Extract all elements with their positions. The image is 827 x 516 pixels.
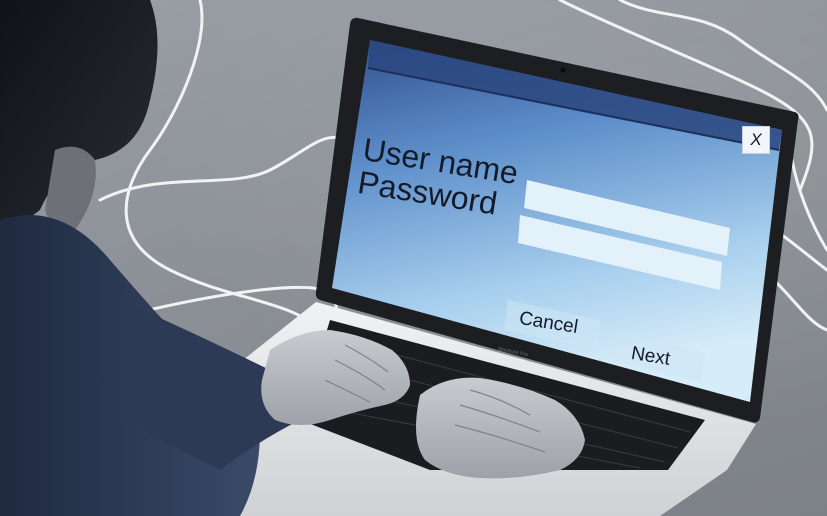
close-button[interactable]: X — [742, 126, 770, 154]
webcam — [560, 67, 566, 73]
scene: MacBook Pro — [0, 0, 827, 516]
photo: MacBook Pro User name Password Cancel Ne… — [0, 0, 827, 516]
